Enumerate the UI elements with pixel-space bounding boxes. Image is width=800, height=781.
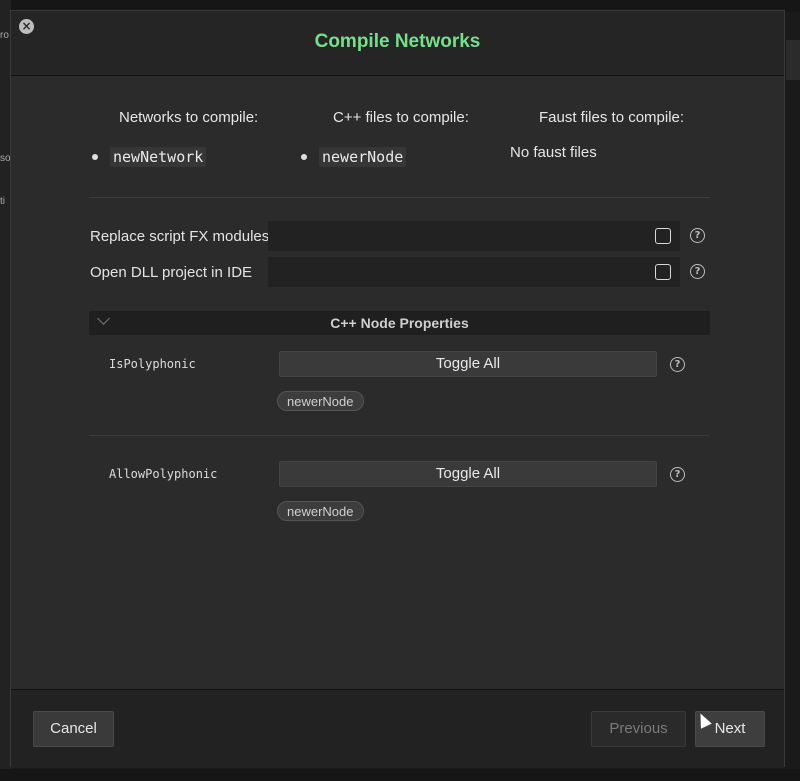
open-dll-project-row bbox=[268, 257, 680, 287]
divider bbox=[89, 435, 709, 436]
bullet-icon bbox=[301, 154, 307, 160]
node-pill-newernode[interactable]: newerNode bbox=[277, 391, 364, 411]
background-fragment: so bbox=[0, 153, 11, 164]
help-icon[interactable]: ? bbox=[670, 357, 685, 372]
property-name-ispolyphonic: IsPolyphonic bbox=[109, 357, 196, 371]
bullet-icon bbox=[92, 154, 98, 160]
network-name: newNetwork bbox=[110, 147, 207, 167]
open-dll-project-checkbox[interactable] bbox=[655, 264, 671, 280]
replace-script-fx-checkbox[interactable] bbox=[655, 228, 671, 244]
dialog-header: × Compile Networks bbox=[11, 11, 784, 76]
node-pill-newernode[interactable]: newerNode bbox=[277, 501, 364, 521]
background-fragment: ti bbox=[0, 196, 5, 207]
toggle-all-button[interactable]: Toggle All bbox=[279, 461, 657, 487]
dialog-footer: Cancel Previous Next bbox=[11, 689, 784, 768]
replace-script-fx-row bbox=[268, 221, 680, 251]
help-icon[interactable]: ? bbox=[670, 467, 685, 482]
faust-empty-text: No faust files bbox=[510, 144, 597, 161]
property-name-allowpolyphonic: AllowPolyphonic bbox=[109, 467, 218, 481]
cpp-file-name: newerNode bbox=[319, 147, 407, 167]
section-title: C++ Node Properties bbox=[330, 315, 469, 331]
background-panel bbox=[786, 40, 800, 80]
help-icon[interactable]: ? bbox=[690, 228, 705, 243]
network-list-item: newNetwork bbox=[92, 147, 207, 167]
cpp-file-list-item: newerNode bbox=[301, 147, 407, 167]
help-icon[interactable]: ? bbox=[690, 264, 705, 279]
cpp-node-properties-header[interactable]: C++ Node Properties bbox=[89, 311, 710, 335]
compile-networks-dialog: × Compile Networks Networks to compile: … bbox=[10, 10, 785, 768]
background-statusbar bbox=[0, 769, 800, 781]
previous-button[interactable]: Previous bbox=[591, 711, 686, 747]
faust-files-heading: Faust files to compile: bbox=[539, 109, 685, 126]
cpp-files-heading: C++ files to compile: bbox=[333, 109, 469, 126]
divider bbox=[89, 197, 710, 198]
toggle-all-button[interactable]: Toggle All bbox=[279, 351, 657, 377]
cancel-button[interactable]: Cancel bbox=[33, 711, 114, 747]
replace-script-fx-label: Replace script FX modules bbox=[90, 228, 270, 245]
background-fragment: ro bbox=[0, 30, 9, 41]
open-dll-project-label: Open DLL project in IDE bbox=[90, 264, 253, 281]
networks-heading: Networks to compile: bbox=[119, 109, 259, 126]
dialog-title: Compile Networks bbox=[314, 31, 481, 52]
